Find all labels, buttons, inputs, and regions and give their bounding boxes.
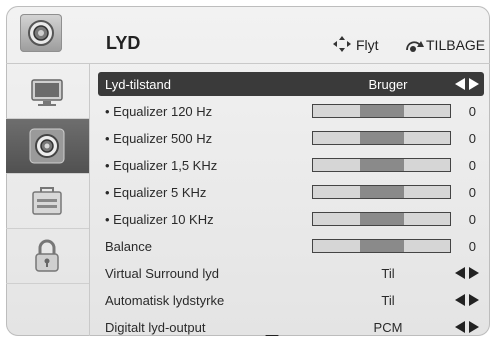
row-value: Til [381, 293, 395, 308]
row-value: 0 [468, 158, 476, 173]
slider-level [360, 186, 404, 198]
left-right-arrows-icon[interactable] [455, 78, 479, 90]
equalizer-slider[interactable] [312, 131, 451, 145]
row-label: • Equalizer 120 Hz [105, 104, 213, 119]
speaker-icon [29, 128, 65, 164]
equalizer-10khz-row[interactable]: • Equalizer 10 KHz 0 [98, 207, 484, 231]
left-right-arrows-icon[interactable] [455, 294, 479, 306]
slider-level [360, 132, 404, 144]
back-icon[interactable] [404, 37, 426, 53]
equalizer-slider[interactable] [312, 212, 451, 226]
equalizer-slider[interactable] [312, 104, 451, 118]
slider-level [360, 159, 404, 171]
slider-level [360, 213, 404, 225]
lock-icon [35, 239, 59, 272]
equalizer-slider[interactable] [312, 185, 451, 199]
digital-audio-output-row[interactable]: Digitalt lyd-output PCM [98, 315, 484, 336]
equalizer-500hz-row[interactable]: • Equalizer 500 Hz 0 [98, 126, 484, 150]
sidebar [6, 64, 90, 336]
speaker-icon [20, 14, 62, 52]
move-arrows-icon [333, 36, 351, 52]
equalizer-slider[interactable] [312, 158, 451, 172]
row-value: 0 [468, 239, 476, 254]
row-label: • Equalizer 500 Hz [105, 131, 213, 146]
row-value: 0 [468, 131, 476, 146]
row-value: 0 [468, 104, 476, 119]
page-title: LYD [106, 33, 141, 53]
row-label: Lyd-tilstand [105, 77, 171, 92]
left-right-arrows-icon[interactable] [455, 267, 479, 279]
row-value: Bruger [368, 77, 408, 92]
row-label: Automatisk lydstyrke [105, 293, 225, 308]
tab-setup[interactable] [6, 174, 89, 229]
tab-sound[interactable] [6, 119, 89, 174]
slider-level [360, 105, 404, 117]
row-label: • Equalizer 5 KHz [105, 185, 207, 200]
sound-mode-row[interactable]: Lyd-tilstand Bruger [98, 72, 484, 96]
row-value: 0 [468, 212, 476, 227]
row-value: Til [381, 266, 395, 281]
virtual-surround-row[interactable]: Virtual Surround lyd Til [98, 261, 484, 285]
slider-level [360, 240, 404, 252]
equalizer-1-5khz-row[interactable]: • Equalizer 1,5 KHz 0 [98, 153, 484, 177]
row-label: Digitalt lyd-output [105, 320, 206, 335]
balance-row[interactable]: Balance 0 [98, 234, 484, 258]
tv-icon [31, 79, 63, 106]
row-value: 0 [468, 185, 476, 200]
scroll-down-icon[interactable] [265, 335, 279, 336]
toolbox-icon [32, 187, 62, 215]
header: LYD Flyt TILBAGE [6, 6, 490, 64]
balance-slider[interactable] [312, 239, 451, 253]
auto-volume-row[interactable]: Automatisk lydstyrke Til [98, 288, 484, 312]
row-label: • Equalizer 10 KHz [105, 212, 214, 227]
move-hint-label: Flyt [356, 37, 379, 53]
row-value: PCM [373, 320, 403, 335]
tab-lock[interactable] [6, 229, 89, 284]
sound-menu-window: LYD Flyt TILBAGE Lyd-tilstand Bruger • E… [6, 6, 490, 336]
tab-picture[interactable] [6, 64, 89, 119]
back-button-label[interactable]: TILBAGE [426, 37, 485, 53]
equalizer-5khz-row[interactable]: • Equalizer 5 KHz 0 [98, 180, 484, 204]
row-label: Virtual Surround lyd [105, 266, 219, 281]
left-right-arrows-icon[interactable] [455, 321, 479, 333]
row-label: • Equalizer 1,5 KHz [105, 158, 218, 173]
equalizer-120hz-row[interactable]: • Equalizer 120 Hz 0 [98, 99, 484, 123]
row-label: Balance [105, 239, 152, 254]
